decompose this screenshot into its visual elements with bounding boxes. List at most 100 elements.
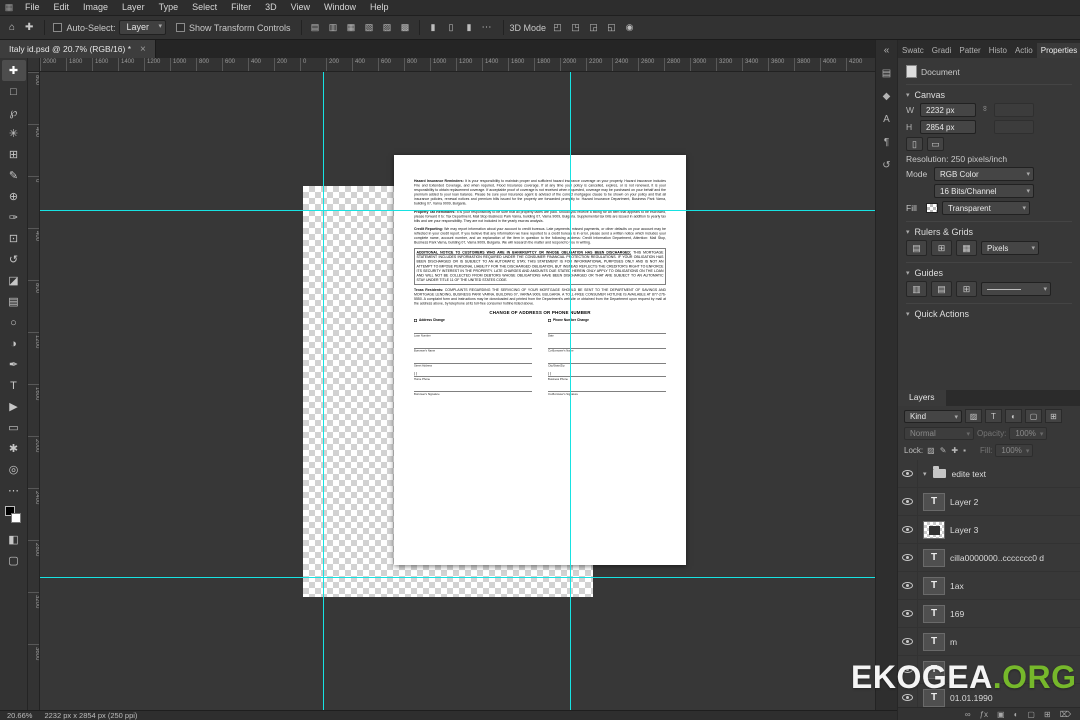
eyedropper-tool-icon[interactable]: ✎ [2,165,26,186]
layer-row[interactable]: T Layer 2 [898,488,1080,516]
guide-vertical-1[interactable] [323,72,324,710]
history-brush-tool-icon[interactable]: ↺ [2,249,26,270]
quick-actions-section-header[interactable]: ▾ Quick Actions [906,303,1072,319]
group-expand-chevron-icon[interactable]: ▾ [923,470,927,478]
canvas-section-header[interactable]: ▾ Canvas [906,84,1072,100]
guide-horizontal-2[interactable] [40,577,875,578]
menu-item-layer[interactable]: Layer [115,0,152,15]
panel-tab-swatc[interactable]: Swatc [898,43,928,58]
guides-icon-0[interactable]: ▥ [906,281,927,297]
menu-item-image[interactable]: Image [76,0,115,15]
rulers-grids-section-header[interactable]: ▾ Rulers & Grids [906,221,1072,237]
visibility-toggle[interactable] [898,572,918,599]
type-tool-icon[interactable]: T [2,375,26,396]
zoom-level[interactable]: 20.66% [7,711,32,720]
more-options-icon[interactable]: ⋯ [477,20,497,35]
layers-footer-icon-0[interactable]: ∞ [965,710,971,719]
layer-filter-icon-0[interactable]: ▨ [965,409,982,423]
quick-mask-icon[interactable]: ◧ [2,529,26,550]
close-tab-icon[interactable]: × [140,44,146,55]
zoom-tool-icon[interactable]: ◎ [2,459,26,480]
ruler-units-dropdown[interactable]: Pixels [981,241,1039,255]
menu-item-file[interactable]: File [18,0,47,15]
distribute-icon-1[interactable]: ▯ [444,21,459,35]
color-mode-dropdown[interactable]: RGB Color [934,167,1034,181]
canvas-area[interactable]: Hazard Insurance Reminders: It is your r… [40,72,875,710]
background-color-swatch[interactable] [10,513,21,523]
link-dimensions-icon[interactable]: ∞ [981,105,990,115]
rulers-grids-icon-1[interactable]: ⊞ [931,240,952,256]
layers-footer-icon-5[interactable]: ⊞ [1044,710,1051,719]
bit-depth-dropdown[interactable]: 16 Bits/Channel [934,184,1034,198]
menu-item-edit[interactable]: Edit [47,0,77,15]
libraries-panel-icon[interactable]: ◆ [883,91,891,103]
layer-filter-icon-1[interactable]: T [985,409,1002,423]
align-icon-3[interactable]: ▧ [362,21,377,35]
gradient-tool-icon[interactable]: ▤ [2,291,26,312]
visibility-toggle[interactable] [898,460,918,487]
layer-row[interactable]: Layer 3 [898,516,1080,544]
active-tool-icon[interactable]: ✚ [20,20,38,35]
layer-fill-field[interactable]: 100% [995,444,1034,457]
move-tool-icon[interactable]: ✚ [1,60,26,81]
guides-icon-2[interactable]: ⊞ [956,281,977,297]
align-icon-0[interactable]: ▤ [308,21,323,35]
align-icon-5[interactable]: ▩ [398,21,413,35]
3d-mode-icon-1[interactable]: ◳ [568,21,583,35]
distribute-icon-0[interactable]: ▮ [426,21,441,35]
visibility-toggle[interactable] [898,488,918,515]
align-icon-4[interactable]: ▨ [380,21,395,35]
brush-tool-icon[interactable]: ✑ [2,207,26,228]
layer-row[interactable]: ▾ edite text [898,460,1080,488]
collapse-panels-icon[interactable]: « [884,45,890,57]
menu-item-select[interactable]: Select [185,0,224,15]
panel-tab-actio[interactable]: Actio [1011,43,1037,58]
character-panel-icon[interactable]: A [883,114,890,126]
distribute-icon-2[interactable]: ▮ [462,21,477,35]
marquee-tool-icon[interactable]: □ [2,81,26,102]
layer-filter-icon-2[interactable]: ◐ [1005,409,1022,423]
auto-select-checkbox[interactable] [53,23,63,32]
align-icon-1[interactable]: ▥ [326,21,341,35]
3d-mode-icon-0[interactable]: ◰ [550,21,565,35]
width-field[interactable]: 2232 px [920,103,976,117]
layer-row[interactable]: T 1ax [898,572,1080,600]
ruler-origin-corner[interactable] [28,58,40,72]
path-selection-tool-icon[interactable]: ▶ [2,396,26,417]
guide-style-dropdown[interactable] [981,282,1051,296]
guides-section-header[interactable]: ▾ Guides [906,262,1072,278]
visibility-toggle[interactable] [898,600,918,627]
align-icon-2[interactable]: ▦ [344,21,359,35]
layers-footer-icon-2[interactable]: ▣ [997,710,1005,719]
show-transform-checkbox[interactable] [175,23,185,32]
home-icon[interactable]: ⌂ [4,20,20,35]
rulers-grids-icon-0[interactable]: ▤ [906,240,927,256]
lock-icon-1[interactable]: ✎ [939,446,948,455]
blend-mode-dropdown[interactable]: Normal [904,427,974,440]
lock-icon-3[interactable]: ▪ [962,446,967,455]
lock-icon-2[interactable]: ✚ [950,446,959,455]
eraser-tool-icon[interactable]: ◪ [2,270,26,291]
layers-tab[interactable]: Layers [898,390,946,406]
guide-vertical-2[interactable] [570,72,571,710]
pen-tool-icon[interactable]: ✒ [2,354,26,375]
menu-item-3d[interactable]: 3D [258,0,284,15]
menu-item-filter[interactable]: Filter [224,0,258,15]
crop-tool-icon[interactable]: ⊞ [2,144,26,165]
layers-footer-icon-1[interactable]: ƒx [980,710,988,719]
auto-select-target-dropdown[interactable]: Layer [119,20,166,35]
orientation-icon-1[interactable]: ▭ [927,137,944,151]
orientation-icon-0[interactable]: ▯ [906,137,923,151]
visibility-toggle[interactable] [898,544,918,571]
panel-tab-histo[interactable]: Histo [985,43,1011,58]
3d-mode-icon-4[interactable]: ◉ [622,21,637,35]
color-swatches[interactable] [2,505,26,527]
layers-footer-icon-4[interactable]: ▢ [1027,710,1035,719]
canvas-fill-dropdown[interactable]: Transparent [942,201,1030,215]
layer-row[interactable]: Tcilla0000000..ccccccc0 d [898,544,1080,572]
healing-brush-tool-icon[interactable]: ⊕ [2,186,26,207]
dodge-tool-icon[interactable]: ◑ [2,333,26,354]
blur-tool-icon[interactable]: ○ [2,312,26,333]
paragraph-panel-icon[interactable]: ¶ [884,137,889,149]
guide-horizontal-1[interactable] [40,210,875,211]
